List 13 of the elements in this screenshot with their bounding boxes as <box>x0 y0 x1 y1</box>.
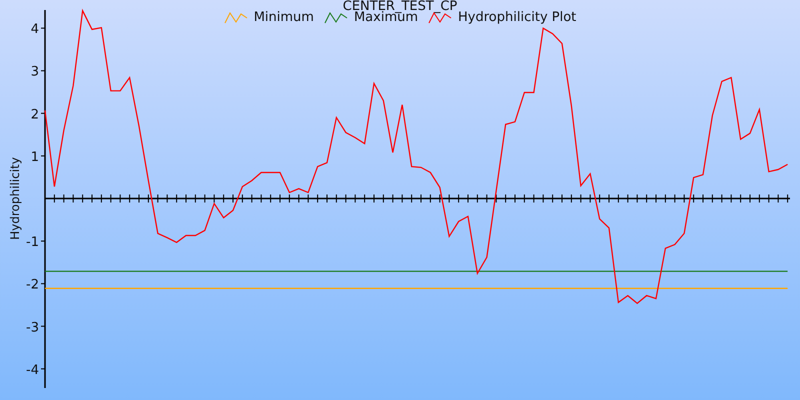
y-tick-label: -2 <box>26 278 39 293</box>
y-tick-label: -1 <box>26 235 39 250</box>
y-tick-label: -3 <box>26 320 39 336</box>
y-tick-label: 1 <box>30 150 39 165</box>
chart-title: CENTER_TEST_CP <box>342 0 458 13</box>
legend-label: Maximum <box>354 11 418 24</box>
legend-label: Hydrophilicity Plot <box>458 11 576 24</box>
legend-label: Minimum <box>254 11 314 24</box>
y-axis-label: Hydrophilicity <box>8 157 22 240</box>
y-tick-label: 3 <box>30 64 39 80</box>
y-tick-label: -4 <box>26 362 39 378</box>
y-tick-label: 2 <box>30 107 39 122</box>
y-tick-label: 4 <box>30 22 39 38</box>
